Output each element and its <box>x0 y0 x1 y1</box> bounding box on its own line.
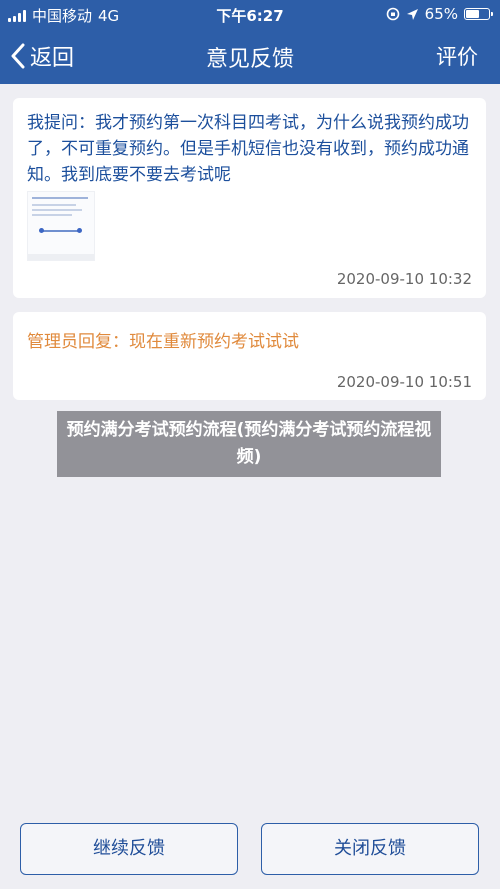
continue-feedback-button[interactable]: 继续反馈 <box>20 823 238 875</box>
status-right: 65% <box>386 5 493 23</box>
status-bar: 中国移动 4G 下午6:27 65% <box>0 0 500 28</box>
battery-fill <box>466 10 479 18</box>
rate-button[interactable]: 评价 <box>436 41 478 71</box>
close-feedback-button[interactable]: 关闭反馈 <box>261 823 479 875</box>
nav-bar: 返回 意见反馈 评价 <box>0 28 500 84</box>
question-card: 我提问：我才预约第一次科目四考试，为什么说我预约成功了，不可重复预约。但是手机短… <box>13 98 486 298</box>
page-title: 意见反馈 <box>205 47 294 72</box>
question-text: 我提问：我才预约第一次科目四考试，为什么说我预约成功了，不可重复预约。但是手机短… <box>27 113 469 185</box>
question-timestamp: 2020-09-10 10:32 <box>336 270 472 288</box>
reply-timestamp: 2020-09-10 10:51 <box>336 373 472 391</box>
location-icon <box>406 8 418 20</box>
reply-text: 管理员回复：现在重新预约考试试试 <box>27 332 299 352</box>
attachment-thumbnail[interactable] <box>27 191 95 261</box>
orientation-lock-icon <box>386 7 399 21</box>
battery-icon <box>464 8 493 20</box>
overlay-caption: 预约满分考试预约流程(预约满分考试预约流程视频) <box>57 411 441 477</box>
battery-percent: 65% <box>424 5 458 23</box>
reply-card: 管理员回复：现在重新预约考试试试 2020-09-10 10:51 <box>13 312 486 400</box>
